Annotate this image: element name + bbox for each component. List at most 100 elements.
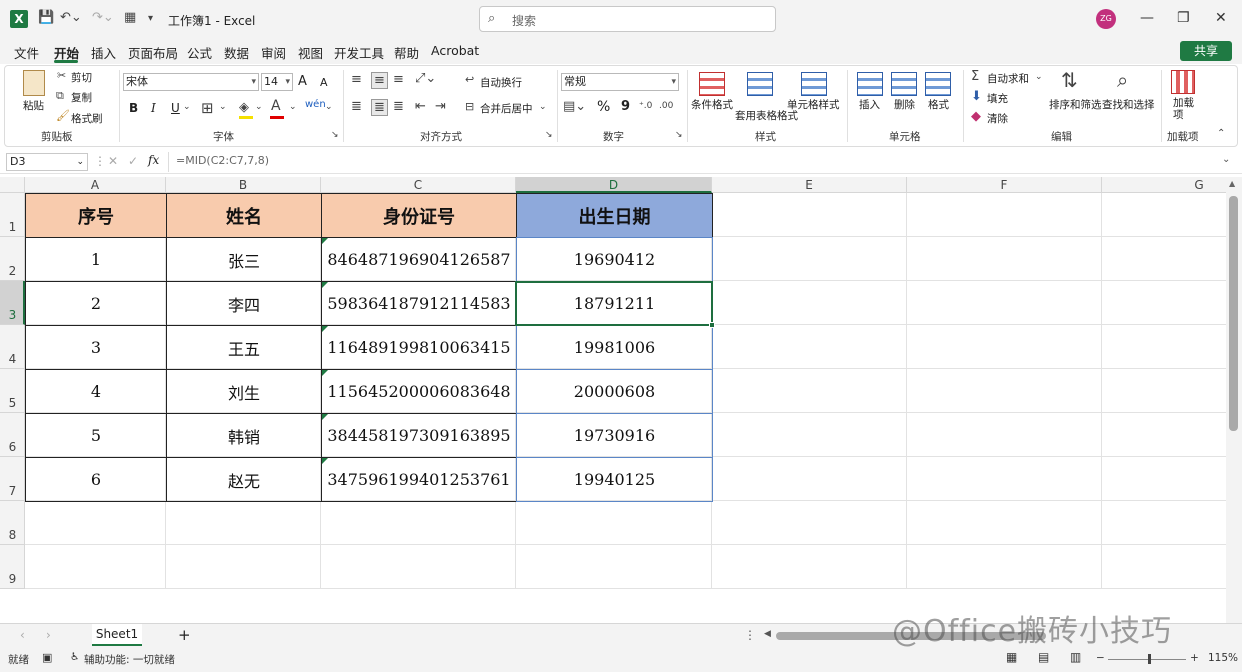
tab-review[interactable]: 审阅 <box>261 43 286 62</box>
tab-developer[interactable]: 开发工具 <box>334 43 384 62</box>
row-header[interactable]: 2 <box>0 237 25 281</box>
table-cell[interactable]: 19730916 <box>516 413 713 458</box>
delete-cells-button[interactable]: 删除 <box>894 97 915 112</box>
align-center-icon[interactable]: ≣ <box>371 99 388 116</box>
table-cell[interactable]: 384458197309163895 <box>321 413 517 458</box>
grid-cell[interactable] <box>712 237 907 281</box>
error-indicator-icon[interactable] <box>322 458 328 464</box>
save-icon[interactable]: 💾 <box>38 10 54 25</box>
grid-cell[interactable] <box>321 501 516 545</box>
grid-cell[interactable] <box>907 281 1102 325</box>
table-cell[interactable]: 19981006 <box>516 325 713 370</box>
grid-cell[interactable] <box>1102 281 1226 325</box>
table-cell[interactable]: 2 <box>25 281 167 326</box>
table-cell[interactable]: 5 <box>25 413 167 458</box>
error-indicator-icon[interactable] <box>322 238 328 244</box>
row-header[interactable]: 5 <box>0 369 25 413</box>
find-select-button[interactable]: 查找和选择 <box>1102 97 1155 112</box>
grid-cell[interactable] <box>1102 193 1226 237</box>
table-cell[interactable]: 1 <box>25 237 167 282</box>
table-cell[interactable]: 4 <box>25 369 167 414</box>
table-cell[interactable]: 846487196904126587 <box>321 237 517 282</box>
customize-qat-icon[interactable]: ▾ <box>148 13 153 24</box>
currency-icon[interactable]: ▤⌄ <box>563 99 586 114</box>
form-icon[interactable]: ▦ <box>124 10 136 25</box>
vertical-scroll-thumb[interactable] <box>1229 196 1238 431</box>
grid-cell[interactable] <box>712 545 907 589</box>
table-cell[interactable]: 115645200006083648 <box>321 369 517 414</box>
decrease-decimal-icon[interactable]: .00 <box>659 101 673 111</box>
orientation-icon[interactable]: ⤢⌄ <box>415 71 436 86</box>
macro-record-icon[interactable]: ▣ <box>42 651 52 664</box>
font-name-select[interactable]: 宋体 ▾ <box>123 73 259 91</box>
scroll-up-icon[interactable]: ▲ <box>1229 179 1235 188</box>
accessibility-status[interactable]: 辅助功能: 一切就绪 <box>84 652 175 667</box>
grid-cell[interactable] <box>907 193 1102 237</box>
collapse-ribbon-icon[interactable]: ⌃ <box>1217 128 1225 139</box>
grid-cell[interactable] <box>516 501 712 545</box>
fill-handle[interactable] <box>709 322 715 328</box>
search-input[interactable]: ⌕ 搜索 <box>479 6 776 32</box>
grid-cell[interactable] <box>1102 369 1226 413</box>
align-right-icon[interactable]: ≣ <box>393 99 404 114</box>
grid-cell[interactable] <box>712 457 907 501</box>
restore-icon[interactable]: ❐ <box>1177 10 1190 26</box>
expand-formula-icon[interactable]: ⌄ <box>1222 154 1230 165</box>
table-header-cell[interactable]: 姓名 <box>166 193 322 238</box>
table-cell[interactable]: 598364187912114583 <box>321 281 517 326</box>
chevron-down-icon[interactable]: ⌄ <box>289 102 297 112</box>
table-cell[interactable]: 赵无 <box>166 457 322 502</box>
tab-view[interactable]: 视图 <box>298 43 323 62</box>
chevron-down-icon[interactable]: ⌄ <box>539 102 547 112</box>
grid-cell[interactable] <box>712 325 907 369</box>
prev-sheet-icon[interactable]: ‹ <box>20 628 25 642</box>
row-header[interactable]: 4 <box>0 325 25 369</box>
column-header[interactable]: E <box>712 177 907 193</box>
grid-cell[interactable] <box>907 545 1102 589</box>
scroll-left-icon[interactable]: ◀ <box>764 629 771 639</box>
grid-cell[interactable] <box>1102 501 1226 545</box>
grid-cell[interactable] <box>907 501 1102 545</box>
grid-cell[interactable] <box>712 501 907 545</box>
table-cell[interactable]: 6 <box>25 457 167 502</box>
grid-cell[interactable] <box>1102 325 1226 369</box>
table-cell[interactable]: 116489199810063415 <box>321 325 517 370</box>
format-cells-button[interactable]: 格式 <box>928 97 949 112</box>
worksheet-grid[interactable]: A B C D E F G 123456789 序号 姓名 身份证号 出生日期 1 张三 8… <box>0 177 1226 623</box>
chevron-down-icon[interactable]: ⌄ <box>325 102 333 112</box>
table-cell[interactable]: 李四 <box>166 281 322 326</box>
clear-button[interactable]: 清除 <box>987 111 1008 126</box>
enter-icon[interactable]: ✓ <box>128 154 138 168</box>
next-sheet-icon[interactable]: › <box>46 628 51 642</box>
dialog-launcher-icon[interactable]: ↘ <box>545 130 553 140</box>
row-header[interactable]: 1 <box>0 193 25 237</box>
comma-button[interactable]: 9 <box>621 99 630 114</box>
error-indicator-icon[interactable] <box>322 370 328 376</box>
merge-center-button[interactable]: 合并后居中 <box>480 101 533 116</box>
grid-cell[interactable] <box>712 369 907 413</box>
chevron-down-icon[interactable]: ⌄ <box>1035 72 1043 82</box>
grid-cell[interactable] <box>25 501 166 545</box>
chevron-down-icon[interactable]: ⌄ <box>219 102 227 112</box>
cut-button[interactable]: 剪切 <box>71 70 92 85</box>
error-indicator-icon[interactable] <box>322 326 328 332</box>
table-header-cell[interactable]: 序号 <box>25 193 167 238</box>
cancel-icon[interactable]: ✕ <box>108 154 118 168</box>
insert-cells-button[interactable]: 插入 <box>859 97 880 112</box>
normal-view-icon[interactable]: ▦ <box>1006 650 1017 664</box>
format-painter-button[interactable]: 格式刷 <box>71 111 103 126</box>
grid-cell[interactable] <box>907 237 1102 281</box>
grid-cell[interactable] <box>516 545 712 589</box>
cell-styles-button[interactable]: 单元格样式 <box>787 97 840 112</box>
redo-icon[interactable]: ↷⌄ <box>92 10 114 25</box>
page-break-view-icon[interactable]: ▥ <box>1070 650 1081 664</box>
sheet-tab-sheet1[interactable]: Sheet1 <box>92 624 142 646</box>
italic-button[interactable]: I <box>151 101 156 115</box>
page-layout-view-icon[interactable]: ▤ <box>1038 650 1049 664</box>
table-header-cell[interactable]: 身份证号 <box>321 193 517 238</box>
underline-button[interactable]: U <box>171 101 180 115</box>
row-header[interactable]: 6 <box>0 413 25 457</box>
zoom-out-button[interactable]: − <box>1096 652 1105 664</box>
tab-acrobat[interactable]: Acrobat <box>431 43 479 58</box>
fill-color-icon[interactable]: ◈ <box>239 100 249 115</box>
